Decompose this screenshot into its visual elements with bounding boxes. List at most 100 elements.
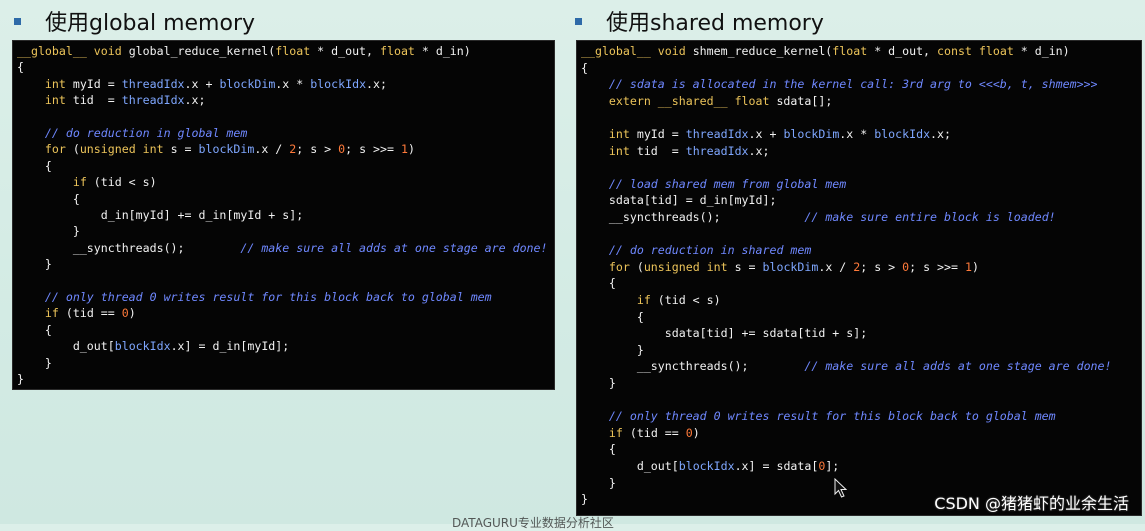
code-token: { xyxy=(581,442,616,457)
code-token: int xyxy=(581,127,637,141)
code-token: * d_out, xyxy=(874,44,938,58)
code-token: (tid < s) xyxy=(657,293,721,307)
code-line: { xyxy=(581,61,588,75)
code-line: // do reduction in global mem xyxy=(17,126,247,140)
code-line: int myId = threadIdx.x + blockDim.x * bl… xyxy=(17,77,387,91)
code-line: { xyxy=(581,276,616,290)
code-token: 0 xyxy=(685,425,693,440)
code-token: } xyxy=(17,372,24,386)
code-line: __global__ void global_reduce_kernel(flo… xyxy=(17,44,471,58)
code-token: } xyxy=(581,342,644,357)
code-token: shmem_reduce_kernel( xyxy=(692,44,833,58)
code-token: } xyxy=(581,376,616,390)
code-line: __global__ void shmem_reduce_kernel(floa… xyxy=(581,44,1070,58)
code-token: sdata[]; xyxy=(776,93,833,108)
code-token: .x; xyxy=(366,76,387,91)
code-token: ) xyxy=(692,425,700,440)
code-token: if xyxy=(581,425,630,440)
code-line: { xyxy=(17,159,52,173)
code-token: blockDim xyxy=(762,259,819,274)
code-token: ) xyxy=(407,142,415,157)
code-token: .x; xyxy=(748,143,770,158)
code-token: .x; xyxy=(930,127,951,141)
code-token: (tid == xyxy=(65,306,122,321)
code-line: // only thread 0 writes result for this … xyxy=(581,409,1056,423)
code-token: int xyxy=(581,143,637,158)
code-token: ; s >>= xyxy=(345,142,401,157)
code-token: float xyxy=(275,44,318,58)
code-token: threadIdx xyxy=(685,127,749,141)
code-token: } xyxy=(581,492,588,507)
code-token: __syncthreads(); xyxy=(581,210,805,224)
code-line: d_in[myId] += d_in[myId + s]; xyxy=(17,208,303,222)
code-token: // make sure all adds at one stage are d… xyxy=(240,240,548,255)
code-line: __syncthreads(); // make sure all adds a… xyxy=(581,359,1112,373)
code-token: d_out[ xyxy=(17,339,115,354)
code-token: } xyxy=(17,355,52,370)
code-token: unsigned int xyxy=(79,142,171,157)
code-line: { xyxy=(581,310,644,324)
code-token: blockIdx xyxy=(874,127,931,141)
code-line: // do reduction in shared mem xyxy=(581,243,811,257)
code-line: d_out[blockIdx.x] = sdata[0]; xyxy=(581,459,839,473)
code-token: { xyxy=(17,191,80,206)
code-token: // load shared mem from global mem xyxy=(581,176,847,191)
code-token: (tid == xyxy=(629,425,686,440)
code-token: .x] = d_in[myId]; xyxy=(170,339,290,354)
code-token: sdata[tid] = d_in[myId]; xyxy=(581,193,777,208)
code-line: for (unsigned int s = blockDim.x / 2; s … xyxy=(17,142,415,156)
code-line: for (unsigned int s = blockDim.x / 2; s … xyxy=(581,260,979,274)
global-memory-code-panel: __global__ void global_reduce_kernel(flo… xyxy=(12,40,555,390)
code-line: int tid = threadIdx.x; xyxy=(17,93,206,107)
code-line: } xyxy=(581,343,644,357)
code-token: float xyxy=(734,93,777,108)
shared-memory-code-panel: __global__ void shmem_reduce_kernel(floa… xyxy=(576,40,1142,516)
code-token: s = xyxy=(170,142,199,157)
mouse-pointer-icon xyxy=(834,478,848,498)
code-token: sdata[tid] += sdata[tid + s]; xyxy=(581,326,868,341)
code-token: ) xyxy=(971,259,979,274)
left-section-title: 使用global memory xyxy=(14,4,255,38)
code-line: extern __shared__ float sdata[]; xyxy=(581,94,832,108)
code-token: * d_out, xyxy=(317,44,380,58)
code-line: if (tid < s) xyxy=(17,175,157,189)
code-line: { xyxy=(17,323,52,337)
code-token: ]; xyxy=(825,459,840,473)
code-line: { xyxy=(17,60,24,74)
code-token: // do reduction in shared mem xyxy=(581,243,812,258)
code-token: { xyxy=(17,322,52,337)
code-token: tid = xyxy=(636,143,686,158)
code-token: const float xyxy=(937,44,1021,58)
code-line: } xyxy=(581,492,588,506)
code-token: 1 xyxy=(400,142,408,157)
csdn-watermark: CSDN @猪猪虾的业余生活 xyxy=(934,494,1129,513)
code-line: } xyxy=(17,257,52,271)
code-token: ( xyxy=(72,142,80,157)
code-line: // only thread 0 writes result for this … xyxy=(17,290,492,304)
code-token: ; s > xyxy=(860,259,903,274)
code-token: if xyxy=(17,175,94,190)
code-token: .x / xyxy=(254,142,290,157)
right-title-text: 使用shared memory xyxy=(606,11,824,36)
code-line: } xyxy=(17,372,24,386)
code-line: // load shared mem from global mem xyxy=(581,177,846,191)
code-token: blockIdx xyxy=(678,459,735,473)
code-token: { xyxy=(17,60,24,75)
code-line: } xyxy=(17,356,52,370)
code-token: .x] = sdata[ xyxy=(734,459,819,473)
code-line: int tid = threadIdx.x; xyxy=(581,144,770,158)
code-token: // only thread 0 writes result for this … xyxy=(581,409,1056,424)
code-token: { xyxy=(581,276,616,291)
code-token: blockIdx xyxy=(310,76,367,91)
code-token: { xyxy=(581,60,588,75)
code-token: threadIdx xyxy=(121,76,185,91)
code-token: int xyxy=(17,93,73,108)
code-token: __syncthreads(); xyxy=(17,240,241,255)
code-token: .x * xyxy=(275,76,311,91)
code-token: blockIdx xyxy=(114,339,171,354)
bullet-icon xyxy=(14,17,21,25)
code-token: ; s > xyxy=(296,142,339,157)
code-token: threadIdx xyxy=(685,143,749,158)
code-token: * d_in) xyxy=(1020,44,1070,58)
code-token: myId = xyxy=(72,76,122,91)
